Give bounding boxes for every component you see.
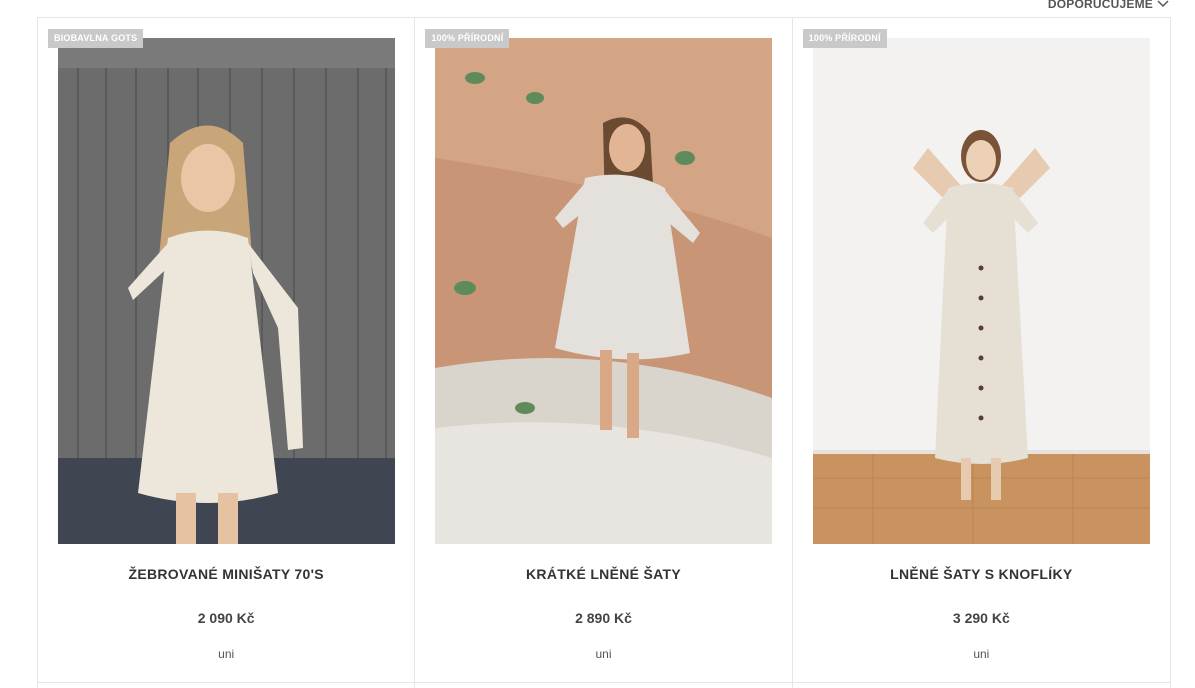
product-size: uni [595, 647, 612, 661]
product-size: uni [218, 647, 235, 661]
product-price: 3 290 Kč [952, 610, 1010, 626]
product-card[interactable]: 100% PŘÍRODNÍ [415, 18, 793, 688]
sort-dropdown[interactable]: DOPORUČUJEME [1048, 0, 1169, 13]
product-price: 2 890 Kč [575, 610, 632, 626]
product-grid: BIOBAVLNA GOTS ŽEBROVANÉ MINIŠATY 70'S 2… [37, 17, 1171, 688]
product-image[interactable] [812, 38, 1150, 544]
product-card[interactable]: 100% PŘÍRODNÍ [792, 18, 1171, 688]
product-badge: BIOBAVLNA GOTS [48, 29, 144, 48]
product-badge: 100% PŘÍRODNÍ [802, 29, 887, 48]
product-name[interactable]: ŽEBROVANÉ MINIŠATY 70'S [38, 566, 414, 582]
product-card[interactable]: BIOBAVLNA GOTS ŽEBROVANÉ MINIŠATY 70'S 2… [38, 18, 416, 688]
product-badge: 100% PŘÍRODNÍ [425, 29, 510, 48]
product-price: 2 090 Kč [197, 610, 255, 626]
sort-label: DOPORUČUJEME [1047, 0, 1153, 11]
product-image[interactable] [58, 38, 395, 544]
product-size: uni [973, 647, 990, 661]
product-image[interactable] [435, 38, 773, 544]
product-name[interactable]: LNĚNÉ ŠATY S KNOFLÍKY [793, 566, 1170, 582]
chevron-down-icon [1157, 0, 1169, 8]
product-name[interactable]: KRÁTKÉ LNĚNÉ ŠATY [415, 566, 791, 582]
